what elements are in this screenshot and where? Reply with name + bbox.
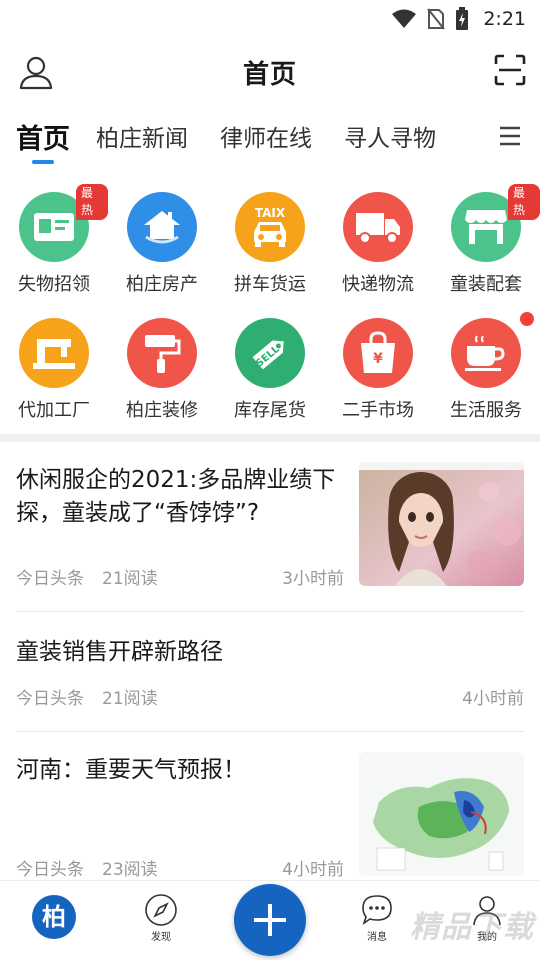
grid-label: 二手市场 — [342, 400, 414, 421]
plus-icon — [254, 904, 286, 936]
grid-item-carpool[interactable]: TAIX 拼车货运 — [216, 178, 324, 304]
service-grid: 最热 失物招领 柏庄房产 TAIX 拼车货运 快递物流 最热 童装配套 代加工厂 — [0, 166, 540, 430]
nav-discover-label: 发现 — [151, 932, 171, 943]
grid-item-life-service[interactable]: 生活服务 — [432, 304, 540, 430]
page-title: 首页 — [242, 59, 297, 90]
bottom-nav: 柏 发现 消息 我的 精品下载 — [0, 880, 540, 960]
news-reads: 23阅读 — [102, 860, 158, 880]
nav-home[interactable]: 柏 — [30, 893, 78, 941]
news-time: 4小时前 — [282, 860, 344, 880]
house-icon — [127, 192, 197, 262]
taxi-icon: TAIX — [235, 192, 305, 262]
grid-item-lost-found[interactable]: 最热 失物招领 — [0, 178, 108, 304]
news-reads: 21阅读 — [102, 689, 158, 709]
hot-badge: 最热 — [76, 184, 108, 220]
grid-item-second-hand[interactable]: ¥ 二手市场 — [324, 304, 432, 430]
grid-item-express[interactable]: 快递物流 — [324, 178, 432, 304]
news-headline: 休闲服企的2021:多品牌业绩下探，童装成了“香饽饽”? — [16, 467, 336, 526]
news-reads: 21阅读 — [102, 569, 158, 589]
tab-lost-and-found[interactable]: 寻人寻物 — [344, 106, 436, 166]
nav-discover[interactable]: 发现 — [144, 893, 178, 943]
watermark: 精品下载 — [410, 910, 534, 945]
news-time: 4小时前 — [462, 689, 524, 709]
status-time: 2:21 — [483, 8, 526, 30]
sell-tag-icon: SELL — [235, 318, 305, 388]
grid-label: 库存尾货 — [234, 400, 306, 421]
grid-item-kids-clothing[interactable]: 最热 童装配套 — [432, 178, 540, 304]
grid-item-real-estate[interactable]: 柏庄房产 — [108, 178, 216, 304]
grid-label: 柏庄房产 — [126, 274, 198, 295]
tab-lawyer-online[interactable]: 律师在线 — [220, 106, 312, 166]
nav-messages-label: 消息 — [367, 932, 387, 943]
grid-label: 拼车货运 — [234, 274, 306, 295]
grid-label: 童装配套 — [450, 274, 522, 295]
news-thumbnail-weather-map — [359, 752, 524, 876]
news-headline: 童装销售开辟新路径 — [16, 639, 223, 665]
truck-icon — [343, 192, 413, 262]
category-tabs: 首页 柏庄新闻 律师在线 寻人寻物 — [0, 106, 540, 166]
wifi-icon — [392, 9, 417, 28]
news-meta: 今日头条 21阅读 — [16, 684, 158, 709]
grid-label: 柏庄装修 — [126, 400, 198, 421]
news-item[interactable]: 河南：重要天气预报！ 今日头条 23阅读 4小时前 — [16, 732, 524, 902]
news-list: 休闲服企的2021:多品牌业绩下探，童装成了“香饽饽”? 今日头条 21阅读 3… — [0, 442, 540, 902]
app-logo-icon: 柏 — [32, 895, 76, 939]
news-source: 今日头条 — [16, 689, 84, 709]
grid-item-inventory[interactable]: SELL 库存尾货 — [216, 304, 324, 430]
grid-item-decoration[interactable]: 柏庄装修 — [108, 304, 216, 430]
grid-label: 代加工厂 — [18, 400, 90, 421]
news-time: 3小时前 — [282, 569, 344, 589]
news-source: 今日头条 — [16, 860, 84, 880]
news-item[interactable]: 休闲服企的2021:多品牌业绩下探，童装成了“香饽饽”? 今日头条 21阅读 3… — [16, 442, 524, 612]
sewing-machine-icon — [19, 318, 89, 388]
news-headline: 河南：重要天气预报！ — [16, 757, 246, 783]
news-item[interactable]: 童装销售开辟新路径 今日头条 21阅读 4小时前 — [16, 612, 524, 732]
grid-label: 失物招领 — [18, 274, 90, 295]
news-meta: 今日头条 23阅读 — [16, 855, 158, 880]
tab-baizhuang-news[interactable]: 柏庄新闻 — [96, 106, 188, 166]
add-post-button[interactable] — [234, 884, 306, 956]
grid-label: 快递物流 — [342, 274, 414, 295]
section-divider — [0, 434, 540, 442]
title-bar: 首页 — [0, 38, 540, 106]
scan-icon[interactable] — [494, 54, 526, 86]
yen-glyph: ¥ — [373, 351, 383, 367]
grid-label: 生活服务 — [450, 400, 522, 421]
paint-roller-icon — [127, 318, 197, 388]
app-logo-text: 柏 — [42, 903, 66, 931]
coffee-cup-icon — [451, 318, 521, 388]
menu-icon[interactable] — [498, 124, 522, 148]
news-thumbnail-doll-photo — [359, 462, 524, 586]
news-meta: 今日头条 21阅读 — [16, 564, 158, 589]
chat-bubble-icon — [362, 895, 392, 925]
news-source: 今日头条 — [16, 569, 84, 589]
status-bar: 2:21 — [0, 0, 540, 38]
tab-home[interactable]: 首页 — [16, 106, 70, 166]
no-sim-icon — [427, 8, 446, 30]
compass-icon — [145, 894, 177, 926]
hot-badge: 最热 — [508, 184, 540, 220]
nav-messages[interactable]: 消息 — [360, 893, 394, 943]
grid-item-oem-factory[interactable]: 代加工厂 — [0, 304, 108, 430]
taxi-icon-text: TAIX — [255, 206, 286, 220]
shopping-bag-icon: ¥ — [343, 318, 413, 388]
notification-dot — [520, 312, 534, 326]
user-profile-icon[interactable] — [18, 54, 54, 90]
battery-charging-icon — [456, 7, 469, 30]
